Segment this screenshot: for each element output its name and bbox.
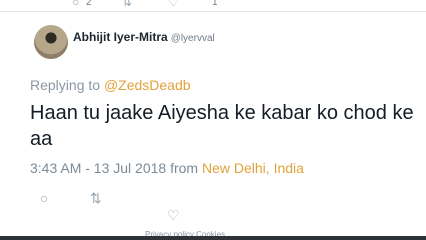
tweet-text: Haan tu jaake Aiyesha ke kabar ko chod k…: [30, 102, 414, 150]
reply-icon[interactable]: ○: [72, 0, 79, 8]
author-name[interactable]: Abhijit Iyer-Mitra @lyervval: [73, 30, 215, 44]
tweet-meta: 3:43 AM - 13 Jul 2018 from New Delhi, In…: [30, 160, 304, 176]
retweet-icon[interactable]: ⇅: [122, 0, 132, 8]
replying-to: Replying to @ZedsDeadb: [30, 77, 191, 93]
like-icon[interactable]: ♡: [168, 0, 179, 8]
author-display-name[interactable]: Abhijit Iyer-Mitra: [73, 30, 168, 44]
footer-bar: [0, 236, 426, 240]
retweet-icon[interactable]: ⇅: [90, 190, 102, 207]
replying-mention-link[interactable]: @ZedsDeadb: [104, 77, 191, 93]
reply-icon[interactable]: ○: [40, 190, 48, 206]
reply-count: 2: [86, 0, 92, 8]
like-count: 1: [212, 0, 218, 8]
tweet-location-link[interactable]: New Delhi, India: [202, 160, 304, 176]
replying-prefix: Replying to: [30, 77, 101, 93]
like-icon[interactable]: ♡: [167, 207, 180, 224]
tweet-timestamp[interactable]: 3:43 AM - 13 Jul 2018 from: [30, 160, 198, 176]
divider: [0, 11, 426, 12]
avatar[interactable]: [34, 25, 68, 59]
author-handle[interactable]: @lyervval: [171, 33, 215, 44]
